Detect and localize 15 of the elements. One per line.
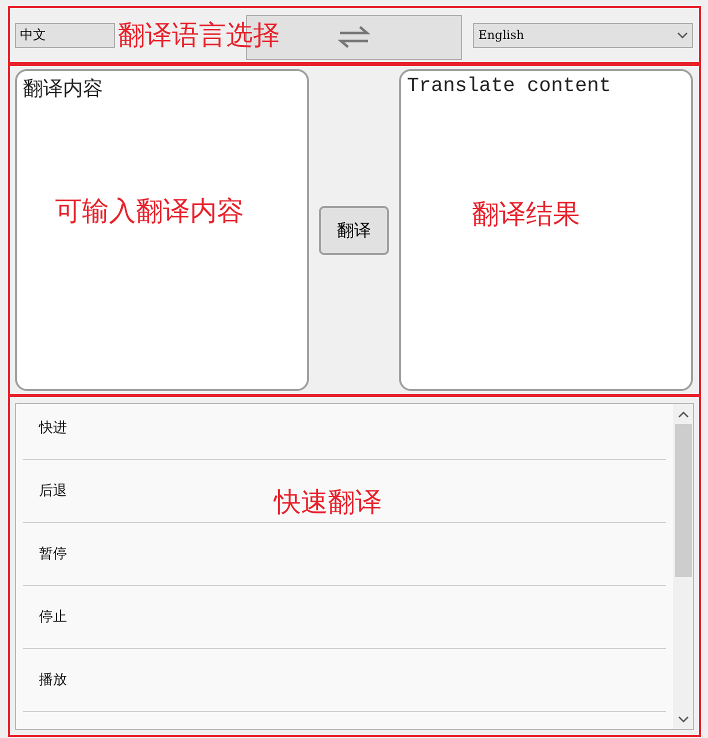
annotation-label: 翻译语言选择	[118, 19, 280, 53]
phrase-list-item[interactable]: 快进	[23, 404, 666, 460]
phrase-list-item[interactable]: 暂停	[23, 523, 666, 586]
annotation-label: 可输入翻译内容	[55, 195, 244, 229]
translate-button[interactable]: 翻译	[319, 206, 389, 254]
annotation-label: 快速翻译	[274, 486, 382, 520]
scroll-down-icon	[678, 716, 688, 722]
scrollbar[interactable]	[673, 404, 693, 729]
phrase-list-item[interactable]: 播放	[23, 649, 666, 712]
source-language-dropdown[interactable]: 中文	[15, 22, 115, 48]
chevron-down-icon	[677, 32, 688, 38]
phrase-list-item[interactable]: 停止	[23, 586, 666, 649]
annotation-label: 翻译结果	[472, 198, 580, 232]
scroll-up-icon	[678, 410, 688, 418]
target-language-dropdown[interactable]: English	[473, 22, 693, 48]
